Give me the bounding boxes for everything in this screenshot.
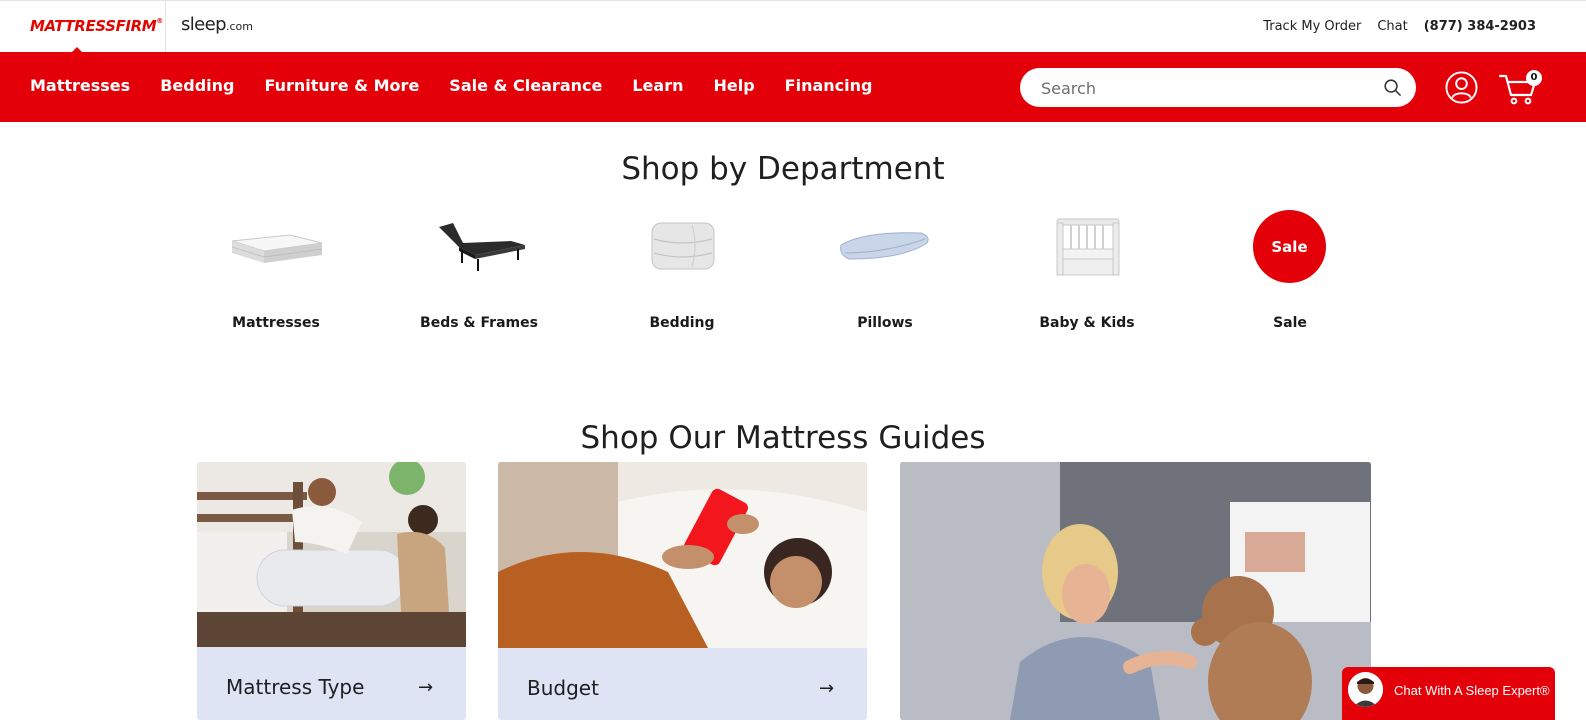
main-nav: Mattresses Bedding Furniture & More Sale…: [0, 52, 1586, 122]
department-sale[interactable]: Sale Sale: [1190, 205, 1390, 345]
chat-link[interactable]: Chat: [1377, 19, 1407, 34]
nav-item-sale-clearance[interactable]: Sale & Clearance: [449, 76, 602, 95]
track-order-link[interactable]: Track My Order: [1263, 19, 1361, 34]
guide-card-title: Mattress Type: [226, 675, 365, 699]
department-label-mattresses: Mattresses: [232, 315, 320, 331]
expert-portrait-icon: [1348, 672, 1383, 707]
mattress-image: [231, 234, 323, 263]
utility-links: Track My Order Chat (877) 384-2903: [1263, 19, 1536, 34]
comforter-image: [651, 222, 715, 270]
account-icon[interactable]: [1445, 71, 1478, 104]
department-baby-kids[interactable]: Baby & Kids: [987, 205, 1187, 345]
arrow-right-icon[interactable]: →: [819, 678, 834, 699]
department-beds-frames[interactable]: Beds & Frames: [379, 205, 579, 345]
sleep-logo-text: sleep: [181, 14, 227, 35]
nav-item-mattresses[interactable]: Mattresses: [30, 76, 130, 95]
nav-item-learn[interactable]: Learn: [632, 76, 683, 95]
cart-count-badge: 0: [1526, 70, 1542, 86]
department-label-sale: Sale: [1273, 315, 1307, 331]
guide-card-footer: Mattress Type →: [197, 647, 466, 720]
guide-card-feature[interactable]: [900, 462, 1371, 720]
guide-card-footer: Budget →: [498, 648, 867, 720]
department-bedding[interactable]: Bedding: [582, 205, 782, 345]
search-input[interactable]: Search: [1020, 68, 1416, 107]
guide-photo-unboxing: [197, 462, 466, 647]
department-label-bedding: Bedding: [649, 315, 715, 331]
phone-link[interactable]: (877) 384-2903: [1424, 19, 1536, 34]
nav-item-financing[interactable]: Financing: [785, 76, 873, 95]
sleep-com-logo[interactable]: sleep.com: [181, 14, 253, 35]
nav-item-help[interactable]: Help: [713, 76, 754, 95]
department-label-baby-kids: Baby & Kids: [1039, 315, 1135, 331]
sleep-logo-suffix: .com: [225, 20, 253, 33]
department-mattresses[interactable]: Mattresses: [176, 205, 376, 345]
nav-item-bedding[interactable]: Bedding: [160, 76, 234, 95]
arrow-right-icon[interactable]: →: [418, 677, 433, 698]
guide-card-budget[interactable]: Budget →: [498, 462, 867, 720]
mattress-firm-logo[interactable]: MATTRESSFIRM®: [30, 17, 163, 35]
crib-image: [1056, 218, 1120, 276]
mattress-firm-logo-text: MATTRESSFIRM: [30, 17, 157, 35]
department-label-pillows: Pillows: [857, 315, 913, 331]
search-placeholder: Search: [1041, 79, 1096, 98]
guide-card-title: Budget: [527, 676, 599, 700]
nav-item-furniture-more[interactable]: Furniture & More: [264, 76, 419, 95]
sale-badge: Sale: [1253, 210, 1326, 283]
nav-menu: Mattresses Bedding Furniture & More Sale…: [30, 76, 872, 95]
search-icon[interactable]: [1383, 78, 1402, 97]
adjustable-base-image: [439, 223, 525, 271]
guide-photo-phone: [498, 462, 867, 648]
department-pillows[interactable]: Pillows: [785, 205, 985, 345]
pillow-image: [840, 232, 929, 260]
brand-divider: [165, 1, 166, 53]
department-label-beds-frames: Beds & Frames: [420, 315, 538, 331]
chat-expert-avatar: [1348, 672, 1383, 707]
chat-button-label: Chat With A Sleep Expert®: [1394, 683, 1550, 698]
chat-with-expert-button[interactable]: Chat With A Sleep Expert®: [1342, 667, 1555, 720]
guide-photo-woman-dog: [900, 462, 1371, 720]
guides-section-title: Shop Our Mattress Guides: [580, 420, 986, 456]
guide-card-mattress-type[interactable]: Mattress Type →: [197, 462, 466, 720]
department-section-title: Shop by Department: [621, 151, 945, 187]
utility-bar: MATTRESSFIRM® sleep.com Track My Order C…: [0, 0, 1586, 54]
